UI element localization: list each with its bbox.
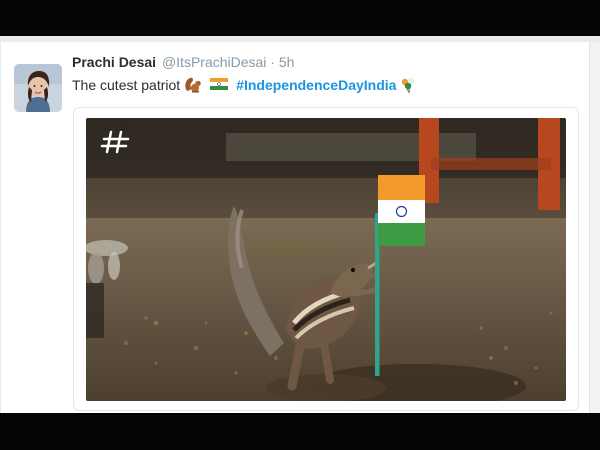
- squirrel-emoji: [184, 77, 202, 93]
- india-flag-emoji: [210, 77, 229, 93]
- hashtag-link[interactable]: #IndependenceDayIndia: [236, 77, 396, 93]
- tweet[interactable]: Prachi Desai @ItsPrachiDesai · 5h The cu…: [0, 42, 589, 413]
- meta-separator: ·: [270, 54, 275, 70]
- user-handle[interactable]: @ItsPrachiDesai: [162, 54, 266, 70]
- tricolor-balloon-emoji: [400, 77, 418, 94]
- tweet-stage: Prachi Desai @ItsPrachiDesai · 5h The cu…: [0, 36, 600, 413]
- media-card[interactable]: [73, 107, 579, 411]
- tweet-header: Prachi Desai @ItsPrachiDesai · 5h: [72, 54, 294, 70]
- user-name[interactable]: Prachi Desai: [72, 54, 156, 70]
- avatar[interactable]: [14, 64, 62, 112]
- tweet-photo[interactable]: [86, 118, 566, 401]
- tweet-text: The cutest patriot #IndependenceDayIndia: [72, 77, 422, 94]
- tweet-text-lead: The cutest patriot: [72, 77, 181, 93]
- top-letterbox-bar: [0, 0, 600, 36]
- bottom-letterbox-bar: [0, 413, 600, 450]
- tweet-timestamp[interactable]: 5h: [279, 54, 295, 70]
- scrollbar[interactable]: [589, 42, 600, 413]
- squirrel-flag-photo: [86, 118, 566, 401]
- avatar-photo: [14, 64, 62, 112]
